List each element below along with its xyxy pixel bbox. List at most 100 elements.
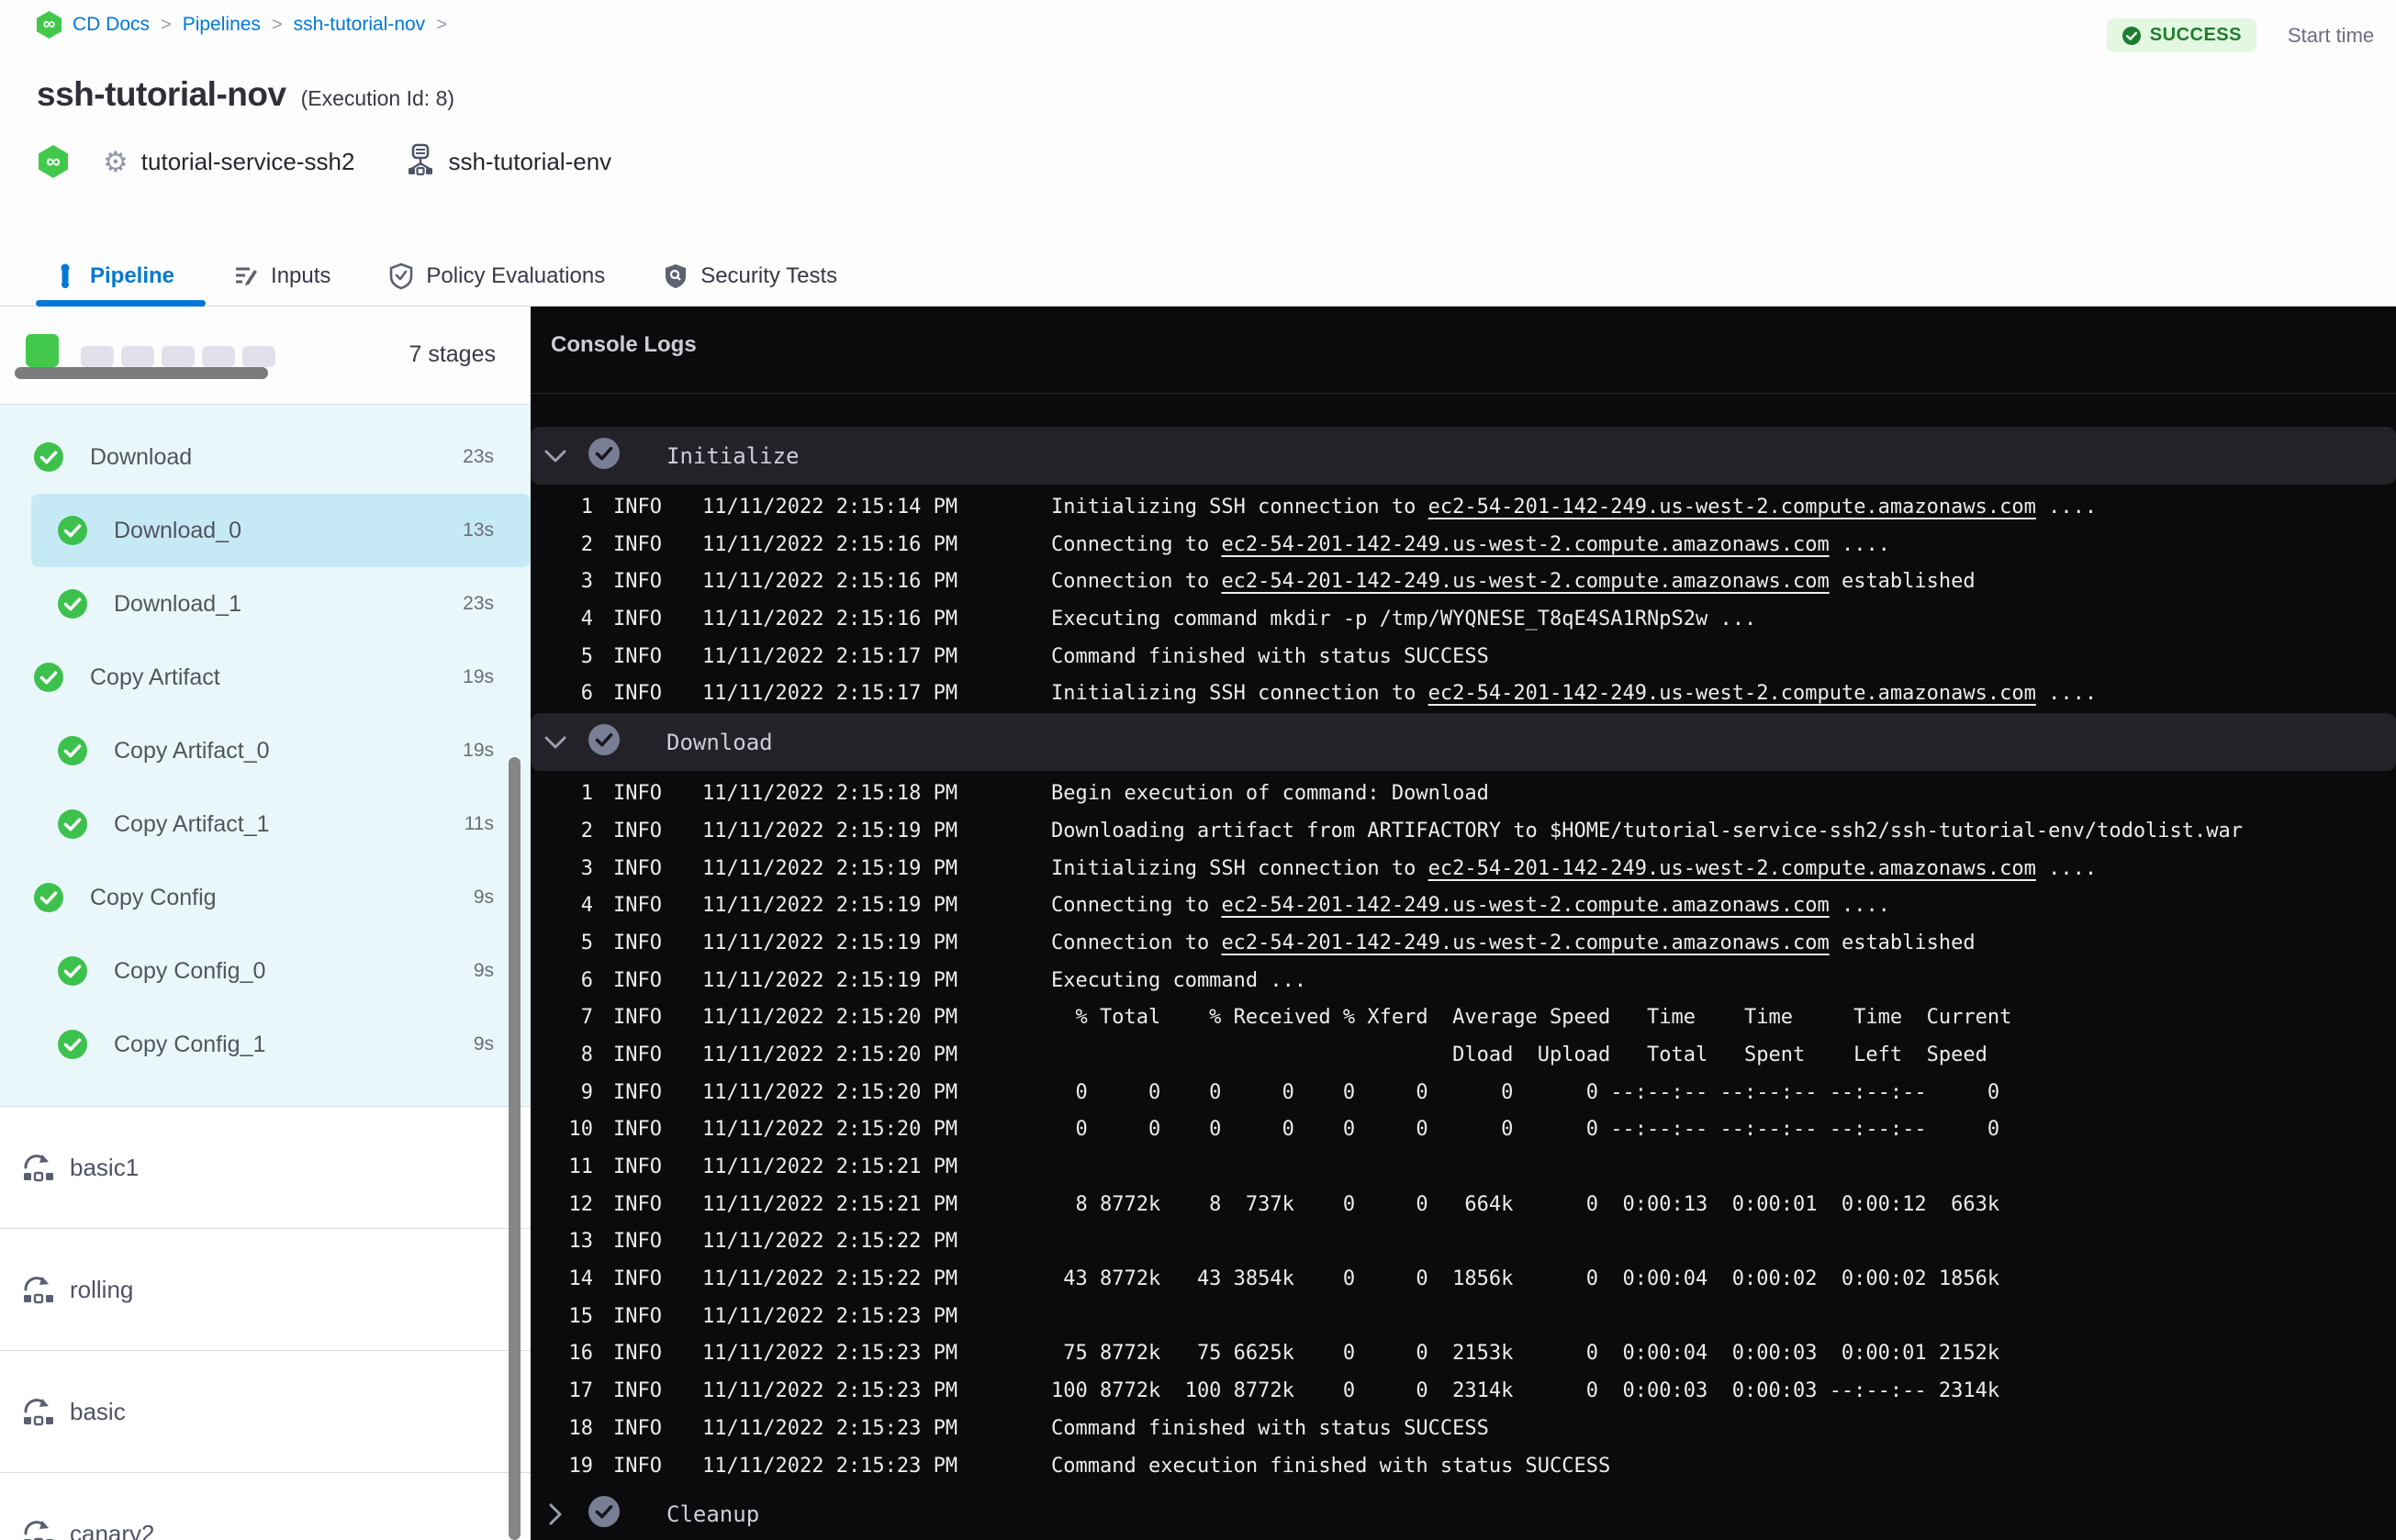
stage-row-copy-artifact-1[interactable]: Copy Artifact_1 11s bbox=[31, 787, 531, 861]
start-time-label: Start time bbox=[2288, 23, 2375, 47]
log-message: Dload Upload Total Spent Left Speed bbox=[1051, 1043, 1987, 1066]
log-line-number: 4 bbox=[580, 894, 593, 918]
stage-row-download-1[interactable]: Download_1 23s bbox=[31, 567, 531, 641]
section-toggle[interactable] bbox=[543, 1502, 567, 1526]
log-message: Initializing SSH connection to ec2-54-20… bbox=[1051, 496, 2098, 519]
stage-row-copy-config-1[interactable]: Copy Config_1 9s bbox=[31, 1008, 531, 1081]
log-line: 8 INFO 11/11/2022 2:15:20 PM Dload Upload … bbox=[531, 1037, 2396, 1075]
console-logs-panel: Console Logs Initialize 1 INFO 11/11/2022 2… bbox=[531, 307, 2396, 1540]
stage-name: Copy Artifact_0 bbox=[114, 737, 270, 764]
tab-inputs[interactable]: Inputs bbox=[233, 263, 330, 289]
pipeline-item-canary2[interactable]: canary2 bbox=[0, 1473, 531, 1540]
log-level: INFO bbox=[613, 1192, 662, 1216]
log-line: 4 INFO 11/11/2022 2:15:19 PM Connecting to … bbox=[531, 887, 2396, 925]
section-toggle[interactable] bbox=[543, 734, 567, 751]
log-line-number: 12 bbox=[568, 1192, 594, 1216]
log-line-number: 5 bbox=[580, 644, 593, 668]
section-toggle[interactable] bbox=[543, 448, 567, 464]
breadcrumb-link-cd-docs[interactable]: CD Docs bbox=[73, 14, 150, 36]
policy-shield-icon bbox=[390, 262, 413, 289]
log-section-cleanup[interactable]: Cleanup bbox=[531, 1485, 2396, 1540]
stage-success-icon bbox=[58, 589, 87, 619]
stage-row-download-0[interactable]: Download_0 13s bbox=[31, 494, 531, 567]
log-host-link[interactable]: ec2-54-201-142-249.us-west-2.compute.ama… bbox=[1428, 857, 2036, 880]
log-timestamp: 11/11/2022 2:15:18 PM bbox=[702, 782, 958, 806]
log-host-link[interactable]: ec2-54-201-142-249.us-west-2.compute.ama… bbox=[1221, 533, 1829, 556]
stage-name: Copy Artifact_1 bbox=[114, 810, 270, 837]
log-line: 1 INFO 11/11/2022 2:15:14 PM Initializing S… bbox=[531, 489, 2396, 527]
stage-row-copy-artifact-0[interactable]: Copy Artifact_0 19s bbox=[31, 714, 531, 787]
log-section-title: Initialize bbox=[666, 442, 800, 469]
breadcrumb-link-pipeline-name[interactable]: ssh-tutorial-nov bbox=[294, 14, 426, 36]
log-timestamp: 11/11/2022 2:15:19 PM bbox=[702, 819, 958, 843]
sidebar-scrollbar[interactable] bbox=[509, 757, 521, 1540]
chevron-down-icon bbox=[544, 450, 566, 462]
stage-success-icon bbox=[58, 956, 87, 986]
log-timestamp: 11/11/2022 2:15:21 PM bbox=[702, 1192, 958, 1216]
log-line: 5 INFO 11/11/2022 2:15:19 PM Connection to … bbox=[531, 925, 2396, 963]
active-tab-underline bbox=[36, 300, 206, 307]
log-line: 19 INFO 11/11/2022 2:15:23 PM Command execu… bbox=[531, 1448, 2396, 1486]
log-host-link[interactable]: ec2-54-201-142-249.us-west-2.compute.ama… bbox=[1221, 570, 1829, 593]
log-section-initialize[interactable]: Initialize bbox=[531, 427, 2396, 485]
log-line-number: 3 bbox=[580, 570, 593, 594]
log-timestamp: 11/11/2022 2:15:19 PM bbox=[702, 894, 958, 918]
log-message: 43 8772k 43 3854k 0 0 1856k 0 0:00:04 0:… bbox=[1051, 1267, 2000, 1291]
tab-pipeline[interactable]: Pipeline bbox=[36, 263, 206, 307]
stage-duration: 23s bbox=[463, 593, 494, 614]
log-host-link[interactable]: ec2-54-201-142-249.us-west-2.compute.ama… bbox=[1428, 496, 2036, 519]
pipeline-item-basic[interactable]: basic bbox=[0, 1351, 531, 1473]
tab-bar: Pipeline Inputs Policy Evaluations Secur… bbox=[0, 246, 2396, 307]
stage-row-copy-config-0[interactable]: Copy Config_0 9s bbox=[31, 934, 531, 1008]
log-line-number: 2 bbox=[580, 819, 593, 843]
log-line-number: 5 bbox=[580, 931, 593, 954]
stage-row-copy-config[interactable]: Copy Config 9s bbox=[31, 861, 531, 934]
breadcrumb-separator: > bbox=[161, 14, 172, 35]
pipeline-icon bbox=[24, 1521, 53, 1540]
stage-duration: 9s bbox=[473, 887, 494, 908]
log-host-link[interactable]: ec2-54-201-142-249.us-west-2.compute.ama… bbox=[1221, 894, 1829, 917]
step-success-icon bbox=[588, 438, 620, 469]
pipeline-item-rolling[interactable]: rolling bbox=[0, 1229, 531, 1351]
service-env-row: ∞ ⚙ tutorial-service-ssh2 ssh-tutorial-e… bbox=[39, 143, 611, 180]
log-timestamp: 11/11/2022 2:15:20 PM bbox=[702, 1080, 958, 1104]
log-level: INFO bbox=[613, 1416, 662, 1440]
log-timestamp: 11/11/2022 2:15:23 PM bbox=[702, 1342, 958, 1366]
log-section-download[interactable]: Download bbox=[531, 713, 2396, 772]
log-timestamp: 11/11/2022 2:15:16 PM bbox=[702, 570, 958, 594]
environment-name[interactable]: ssh-tutorial-env bbox=[448, 148, 611, 176]
section-status bbox=[588, 437, 621, 474]
log-timestamp: 11/11/2022 2:15:16 PM bbox=[702, 532, 958, 556]
log-level: INFO bbox=[613, 1043, 662, 1066]
breadcrumb-separator: > bbox=[271, 14, 283, 35]
stage-row-copy-artifact[interactable]: Copy Artifact 19s bbox=[31, 641, 531, 714]
pipeline-icon bbox=[24, 1399, 53, 1426]
log-level: INFO bbox=[613, 608, 662, 631]
log-message: Connection to ec2-54-201-142-249.us-west… bbox=[1051, 931, 1976, 954]
status-badge-label: SUCCESS bbox=[2149, 25, 2242, 45]
pipeline-item-basic1[interactable]: basic1 bbox=[0, 1107, 531, 1229]
log-line: 6 INFO 11/11/2022 2:15:19 PM Executing comm… bbox=[531, 963, 2396, 1000]
tab-security-tests[interactable]: Security Tests bbox=[664, 262, 837, 290]
log-line-number: 6 bbox=[580, 682, 593, 706]
log-message: Connecting to ec2-54-201-142-249.us-west… bbox=[1051, 532, 1890, 556]
log-line: 13 INFO 11/11/2022 2:15:22 PM bbox=[531, 1223, 2396, 1261]
minimap-stage-pending bbox=[121, 346, 154, 367]
log-timestamp: 11/11/2022 2:15:20 PM bbox=[702, 1043, 958, 1066]
stage-row-download[interactable]: Download 23s bbox=[31, 420, 531, 494]
log-message: Connection to ec2-54-201-142-249.us-west… bbox=[1051, 570, 1976, 594]
log-line-number: 7 bbox=[580, 1006, 593, 1030]
log-level: INFO bbox=[613, 1454, 662, 1478]
log-message: Initializing SSH connection to ec2-54-20… bbox=[1051, 856, 2098, 880]
log-line: 2 INFO 11/11/2022 2:15:16 PM Connecting to … bbox=[531, 527, 2396, 564]
log-line-number: 15 bbox=[568, 1304, 594, 1328]
minimap-scrollbar[interactable] bbox=[15, 367, 268, 379]
log-line: 16 INFO 11/11/2022 2:15:23 PM 75 8772k 75 … bbox=[531, 1335, 2396, 1373]
service-name[interactable]: tutorial-service-ssh2 bbox=[141, 148, 355, 176]
tab-policy-evaluations[interactable]: Policy Evaluations bbox=[389, 262, 605, 290]
log-host-link[interactable]: ec2-54-201-142-249.us-west-2.compute.ama… bbox=[1221, 932, 1829, 954]
log-host-link[interactable]: ec2-54-201-142-249.us-west-2.compute.ama… bbox=[1428, 682, 2036, 705]
log-timestamp: 11/11/2022 2:15:19 PM bbox=[702, 856, 958, 880]
log-line-number: 13 bbox=[568, 1230, 594, 1254]
breadcrumb-link-pipelines[interactable]: Pipelines bbox=[183, 14, 261, 36]
